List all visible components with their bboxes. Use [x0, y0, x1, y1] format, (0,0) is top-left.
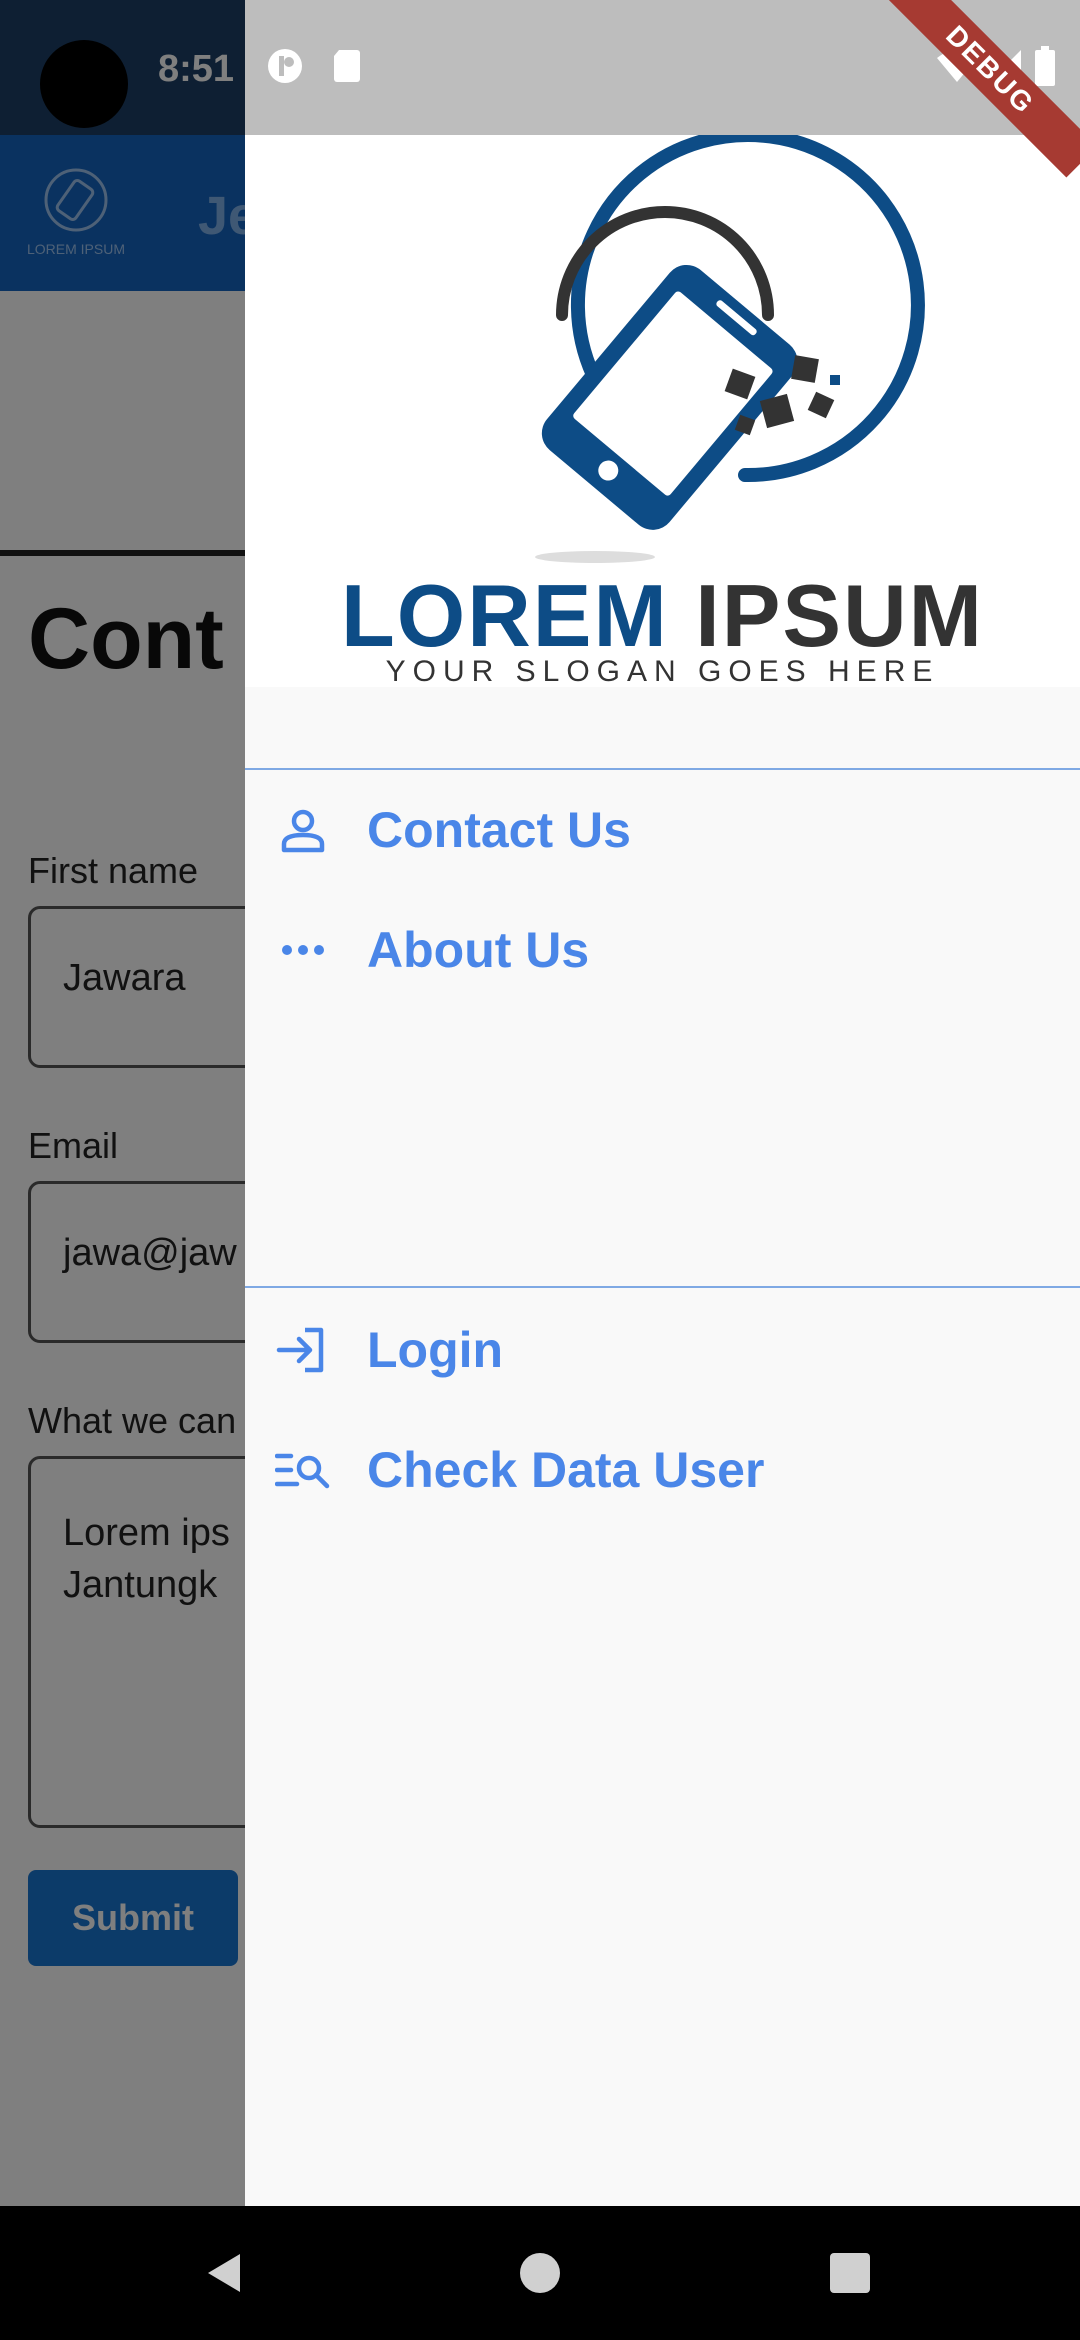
login-icon [275, 1322, 331, 1378]
brand-word-2: IPSUM [695, 566, 984, 665]
system-navigation-bar [0, 2206, 1080, 2340]
home-circle-icon [520, 2253, 560, 2293]
recents-button[interactable] [815, 2238, 885, 2308]
brand-word-1: LOREM [341, 566, 669, 665]
brand-slogan: YOUR SLOGAN GOES HERE [385, 655, 940, 688]
navigation-drawer: LOREM IPSUM YOUR SLOGAN GOES HERE Contac… [245, 0, 1080, 2206]
menu-label-about-us: About Us [367, 922, 590, 978]
menu-label-login: Login [367, 1322, 504, 1378]
brand-title: LOREM IPSUM [245, 565, 1080, 667]
drawer-divider-top [245, 768, 1080, 770]
screen: 8:51 LOREM IPSUM Je Cont First name Jawa… [0, 0, 1080, 2206]
drawer-header: LOREM IPSUM YOUR SLOGAN GOES HERE [245, 135, 1080, 688]
battery-icon [1035, 46, 1055, 86]
back-button[interactable] [190, 2238, 260, 2308]
sd-card-icon [334, 50, 360, 82]
menu-label-contact-us: Contact Us [367, 802, 631, 858]
notification-app-icon [268, 49, 302, 83]
menu-item-about-us[interactable]: About Us [245, 895, 1080, 1005]
manage-search-icon [275, 1442, 331, 1498]
menu-item-contact-us[interactable]: Contact Us [245, 775, 1080, 885]
drawer-divider-bottom [245, 1286, 1080, 1288]
menu-item-check-data-user[interactable]: Check Data User [245, 1415, 1080, 1525]
home-button[interactable] [505, 2238, 575, 2308]
back-triangle-icon [208, 2254, 240, 2292]
person-icon [275, 802, 331, 858]
menu-label-check-data-user: Check Data User [367, 1442, 765, 1498]
more-horiz-icon [275, 922, 331, 978]
recents-square-icon [830, 2253, 870, 2293]
drawer-scrim[interactable] [0, 0, 245, 2206]
menu-item-login[interactable]: Login [245, 1295, 1080, 1405]
